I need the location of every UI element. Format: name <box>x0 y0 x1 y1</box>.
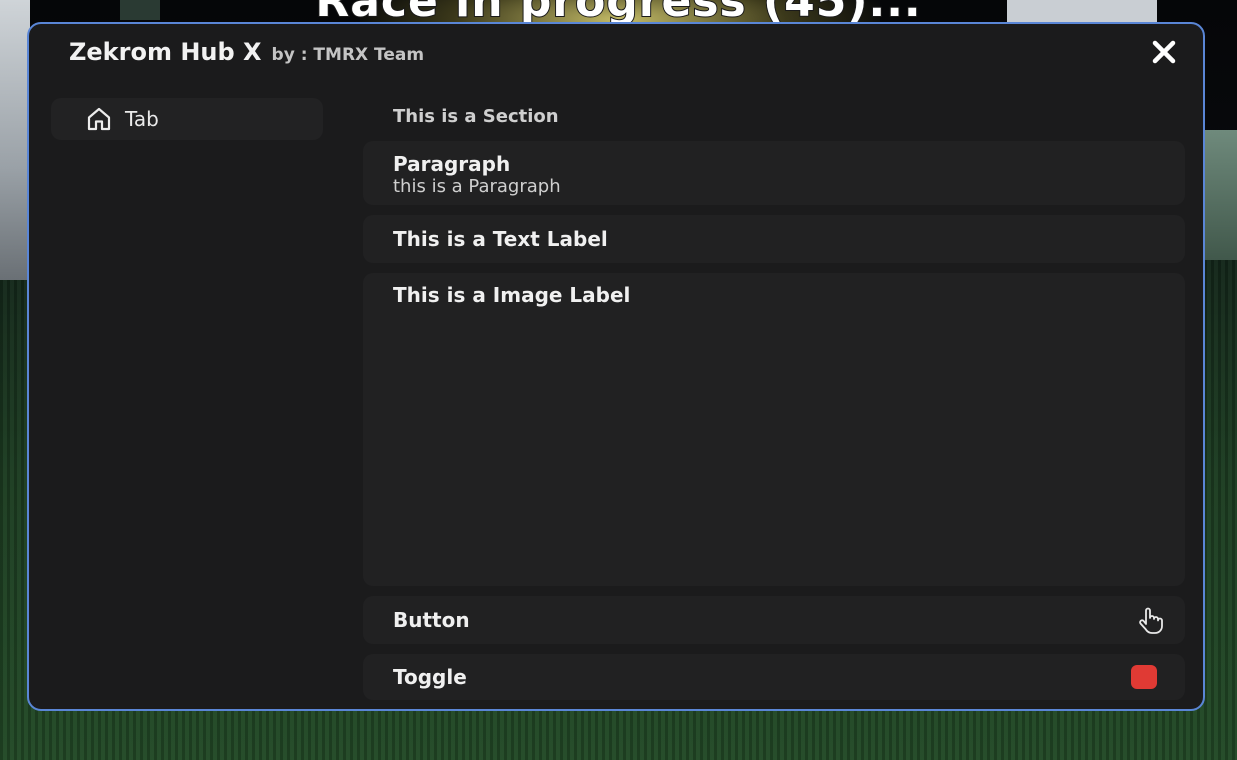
home-icon <box>85 105 113 133</box>
image-label: This is a Image Label <box>393 283 631 307</box>
window-title: Zekrom Hub X <box>69 38 262 66</box>
hub-window: Zekrom Hub X by : TMRX Team Tab This is … <box>27 22 1205 711</box>
sidebar-item-label: Tab <box>125 107 159 131</box>
left-pillar <box>0 0 30 280</box>
toggle-card[interactable]: Toggle <box>363 654 1185 700</box>
toggle-label: Toggle <box>393 665 467 689</box>
image-label-card: This is a Image Label <box>363 273 1185 586</box>
text-label: This is a Text Label <box>393 227 608 251</box>
text-label-card: This is a Text Label <box>363 215 1185 263</box>
toggle-switch[interactable] <box>1131 665 1157 689</box>
button-card[interactable]: Button <box>363 596 1185 644</box>
button-label: Button <box>393 608 470 632</box>
pointer-hand-icon <box>1135 605 1165 635</box>
paragraph-title: Paragraph <box>393 152 511 176</box>
close-icon <box>1152 40 1176 64</box>
window-subtitle: by : TMRX Team <box>271 45 425 65</box>
window-title-bar: Zekrom Hub X by : TMRX Team <box>69 38 424 66</box>
paragraph-body: this is a Paragraph <box>393 176 561 197</box>
tab-content: This is a Section Paragraph this is a Pa… <box>363 100 1185 709</box>
close-button[interactable] <box>1151 39 1177 65</box>
paragraph-card: Paragraph this is a Paragraph <box>363 141 1185 205</box>
sidebar: Tab <box>51 98 323 140</box>
sidebar-item-tab[interactable]: Tab <box>51 98 323 140</box>
section-title: This is a Section <box>393 106 559 127</box>
